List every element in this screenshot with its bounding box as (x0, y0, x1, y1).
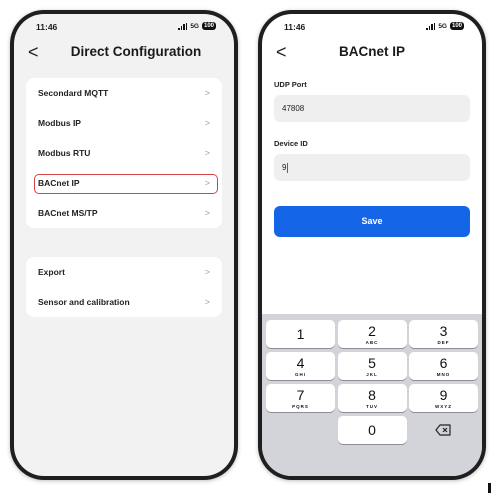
chevron-right-icon: > (204, 267, 210, 277)
chevron-right-icon: > (204, 88, 210, 98)
list-item-secondard-mqtt[interactable]: Secondard MQTT > (26, 78, 222, 108)
chevron-right-icon: > (204, 178, 210, 188)
direct-configuration-screen: 11:46 5G 100 < Direct Configuration Seco… (14, 14, 234, 476)
chevron-left-icon[interactable]: < (28, 41, 39, 63)
list-item-modbus-rtu[interactable]: Modbus RTU > (26, 138, 222, 168)
udp-port-value: 47808 (282, 104, 305, 113)
status-bar: 11:46 5G 100 (262, 14, 482, 38)
key-4[interactable]: 4 GHI (266, 352, 335, 380)
list-item-modbus-ip[interactable]: Modbus IP > (26, 108, 222, 138)
signal-bars-icon (426, 22, 436, 30)
save-button[interactable]: Save (274, 206, 470, 237)
chevron-right-icon: > (204, 297, 210, 307)
list-item-label: BACnet IP (38, 178, 80, 188)
chevron-right-icon: > (204, 208, 210, 218)
network-label: 5G (190, 22, 199, 30)
chevron-right-icon: > (204, 118, 210, 128)
key-0[interactable]: 0 (337, 416, 407, 444)
key-5[interactable]: 5 JKL (337, 352, 407, 380)
left-phone: 11:46 5G 100 < Direct Configuration Seco… (10, 10, 238, 480)
backspace-icon (435, 424, 451, 436)
key-blank (266, 416, 335, 444)
numeric-keypad: 1 2 ABC 3 DEF 4 GHI 5 JKL 6 MNO 7 PQRS 8 TUV 9W… (262, 314, 482, 476)
list-item-label: Export (38, 267, 65, 277)
backspace-key[interactable] (409, 416, 478, 444)
list-item-bacnet-mstp[interactable]: BACnet MS/TP > (26, 198, 222, 228)
udp-port-input[interactable]: 47808 (274, 95, 470, 122)
list-item-export[interactable]: Export > (26, 257, 222, 287)
key-2[interactable]: 2 ABC (337, 320, 407, 348)
list-item-sensor-calibration[interactable]: Sensor and calibration > (26, 287, 222, 317)
nav-bar: < Direct Configuration (14, 40, 234, 66)
key-8[interactable]: 8 TUV (337, 384, 407, 412)
network-label: 5G (438, 22, 447, 30)
key-9[interactable]: 9 WXYZ (409, 384, 478, 412)
right-phone: 11:46 5G 100 < BACnet IP UDP Port 47808 … (258, 10, 486, 480)
device-id-input[interactable]: 9 (274, 154, 470, 181)
list-item-label: BACnet MS/TP (38, 208, 98, 218)
list-item-label: Modbus IP (38, 118, 81, 128)
page-title: BACnet IP (338, 44, 405, 59)
status-indicators: 5G 100 (426, 22, 464, 30)
device-id-label: Device ID (274, 139, 308, 148)
nav-bar: < BACnet IP (262, 40, 482, 66)
text-cursor (287, 162, 289, 173)
list-item-bacnet-ip[interactable]: BACnet IP > (26, 168, 222, 198)
signal-bars-icon (178, 22, 188, 30)
key-1[interactable]: 1 (266, 320, 335, 348)
chevron-right-icon: > (204, 148, 210, 158)
status-time: 11:46 (36, 22, 58, 32)
status-indicators: 5G 100 (178, 22, 216, 30)
protocol-settings-group: Secondard MQTT > Modbus IP > Modbus RTU … (26, 78, 222, 228)
list-item-label: Sensor and calibration (38, 297, 130, 307)
list-item-label: Modbus RTU (38, 148, 91, 158)
key-7[interactable]: 7 PQRS (266, 384, 335, 412)
status-time: 11:46 (284, 22, 306, 32)
bacnet-ip-screen: 11:46 5G 100 < BACnet IP UDP Port 47808 … (262, 14, 482, 476)
list-item-label: Secondard MQTT (38, 88, 109, 98)
device-id-value: 9 (282, 163, 287, 172)
key-6[interactable]: 6 MNO (409, 352, 478, 380)
battery-icon: 100 (201, 22, 216, 30)
page-title: Direct Configuration (70, 44, 202, 59)
udp-port-label: UDP Port (274, 80, 307, 89)
battery-icon: 100 (449, 22, 464, 30)
edge-mark (488, 483, 491, 493)
other-settings-group: Export > Sensor and calibration > (26, 257, 222, 317)
status-bar: 11:46 5G 100 (14, 14, 234, 38)
key-3[interactable]: 3 DEF (409, 320, 478, 348)
